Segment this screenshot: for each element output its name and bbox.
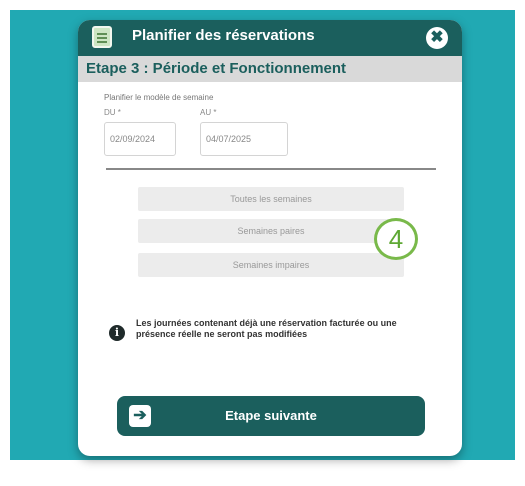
next-step-label: Etape suivante bbox=[225, 408, 317, 423]
all-weeks-button[interactable]: Toutes les semaines bbox=[138, 187, 404, 211]
from-date-input[interactable]: 02/09/2024 bbox=[104, 122, 176, 156]
info-message: Les journées contenant déjà une réservat… bbox=[136, 318, 397, 339]
to-date-input[interactable]: 04/07/2025 bbox=[200, 122, 288, 156]
even-weeks-button[interactable]: Semaines paires bbox=[138, 219, 404, 243]
modal-title: Planifier des réservations bbox=[132, 27, 315, 44]
arrow-right-icon: ➔ bbox=[129, 405, 151, 427]
calendar-icon bbox=[92, 26, 112, 48]
step-bar: Etape 3 : Période et Fonctionnement bbox=[78, 56, 462, 82]
to-date-label: AU * bbox=[200, 108, 217, 117]
section-divider bbox=[106, 168, 436, 170]
from-date-label: DU * bbox=[104, 108, 121, 117]
close-icon[interactable]: ✖ bbox=[426, 27, 448, 49]
step-number-badge: 4 bbox=[374, 218, 418, 260]
odd-weeks-button[interactable]: Semaines impaires bbox=[138, 253, 404, 277]
planning-modal: Planifier des réservations ✖ Etape 3 : P… bbox=[78, 20, 462, 456]
step-title: Etape 3 : Période et Fonctionnement bbox=[86, 60, 347, 77]
next-step-button[interactable]: Etape suivante ➔ bbox=[117, 396, 425, 436]
modal-header: Planifier des réservations ✖ bbox=[78, 20, 462, 56]
info-icon: i bbox=[109, 325, 125, 341]
plan-week-label: Planifier le modèle de semaine bbox=[104, 93, 214, 102]
